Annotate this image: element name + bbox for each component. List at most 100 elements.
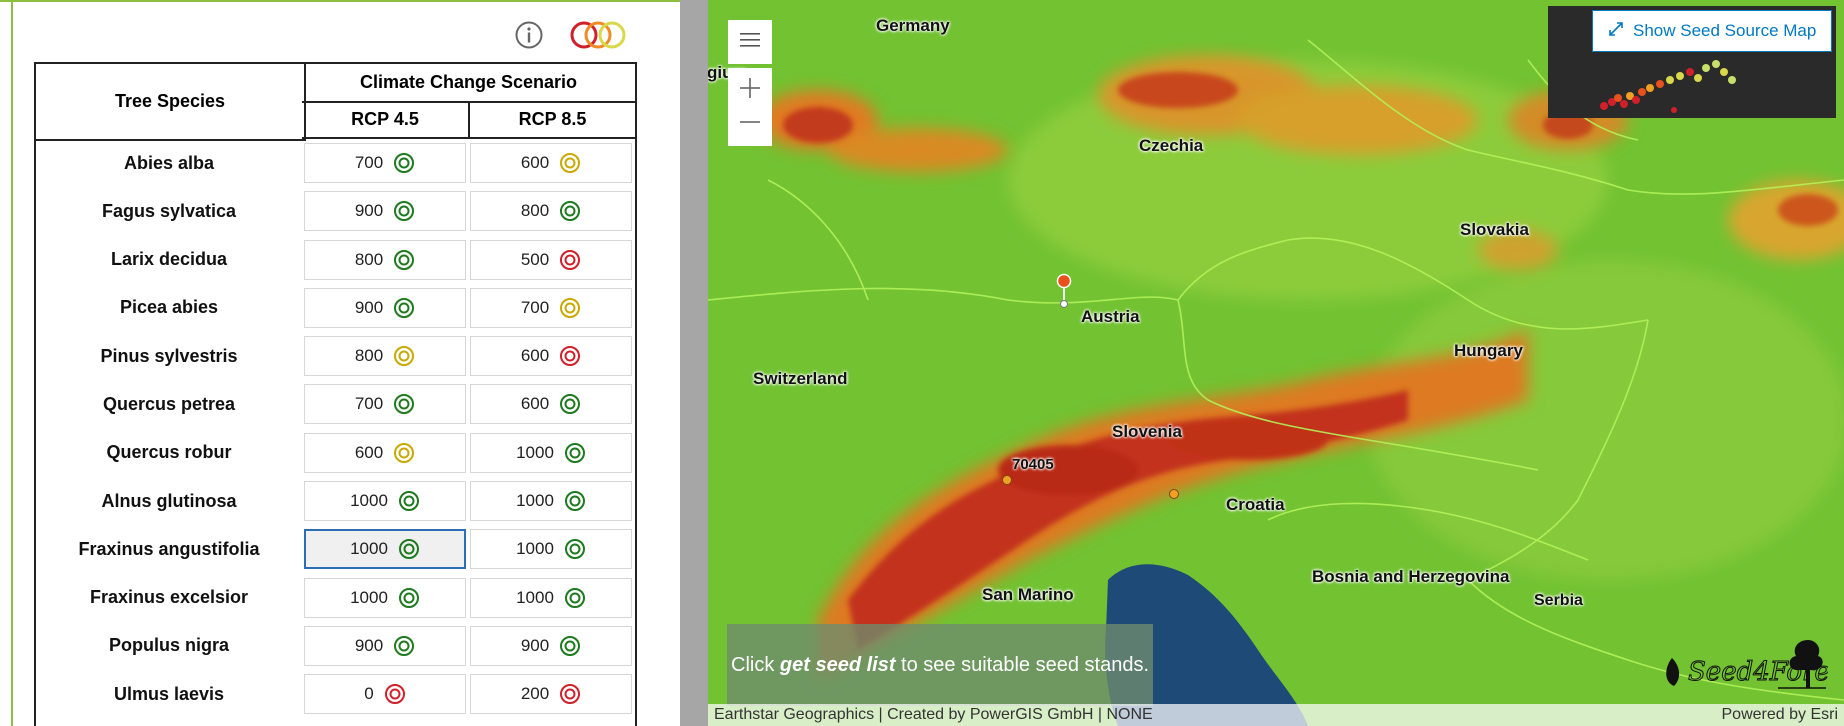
species-name: Fraxinus excelsior <box>89 587 249 608</box>
map-label-austria: Austria <box>1081 307 1140 326</box>
powered-by-text[interactable]: Powered by Esri <box>1722 706 1839 724</box>
species-name: Populus nigra <box>108 635 229 656</box>
table-border-right <box>635 139 637 726</box>
rcp45-cell[interactable]: 1000 <box>304 481 466 522</box>
table-row: Fraxinus excelsior 1000 1000 <box>36 574 635 622</box>
rcp45-value: 900 <box>354 297 384 317</box>
rcp45-cell[interactable]: 900 <box>304 191 466 232</box>
rcp45-cell[interactable]: 800 <box>304 239 466 280</box>
table-row: Fraxinus angustifolia 1000 1000 <box>36 525 635 573</box>
status-ring-icon <box>394 635 415 656</box>
status-ring-icon <box>394 153 415 173</box>
status-ring-icon <box>394 346 415 367</box>
species-name: Fagus sylvatica <box>101 200 237 221</box>
rcp85-value: 600 <box>520 394 550 414</box>
table-row: Quercus robur 600 1000 <box>36 429 635 477</box>
rcp45-value: 900 <box>354 635 384 655</box>
layer-list-button[interactable] <box>728 20 772 64</box>
rcp45-cell[interactable]: 900 <box>304 287 466 328</box>
seed-stand-marker-icon[interactable] <box>1168 488 1180 500</box>
list-icon <box>740 32 760 52</box>
rcp45-cell[interactable]: 1000 <box>304 577 466 618</box>
status-ring-icon <box>560 297 581 318</box>
rings-icon[interactable] <box>569 18 635 52</box>
rcp45-value: 700 <box>354 394 384 414</box>
header-tree-species: Tree Species <box>34 62 306 141</box>
rcp85-cell[interactable]: 1000 <box>470 529 632 570</box>
status-ring-icon <box>398 587 419 608</box>
panel-left-border <box>11 0 13 726</box>
hint-suffix: to see suitable seed stands. <box>895 653 1149 676</box>
rcp45-cell[interactable]: 600 <box>304 432 466 473</box>
rcp85-cell[interactable]: 600 <box>470 384 632 425</box>
map-label-germany: Germany <box>876 16 950 35</box>
table-row: Larix decidua 800 500 <box>36 236 635 284</box>
map-label-switzerland: Switzerland <box>753 369 848 388</box>
species-name: Pinus sylvestris <box>100 345 238 366</box>
rcp85-value: 1000 <box>516 539 554 559</box>
status-ring-icon <box>560 635 581 656</box>
rcp85-value: 600 <box>520 346 550 366</box>
plus-icon <box>740 77 760 103</box>
rcp85-cell[interactable]: 800 <box>470 191 632 232</box>
map-label-czechia: Czechia <box>1139 136 1204 155</box>
rcp85-cell[interactable]: 1000 <box>470 481 632 522</box>
rcp85-cell[interactable]: 600 <box>470 336 632 377</box>
header-rcp45[interactable]: RCP 4.5 <box>302 101 470 139</box>
rcp85-cell[interactable]: 600 <box>470 143 632 183</box>
location-pin-icon[interactable] <box>1056 272 1072 310</box>
panel-splitter[interactable] <box>680 0 708 726</box>
rcp85-value: 1000 <box>516 442 554 462</box>
panel-top-border <box>0 0 680 2</box>
rcp45-value: 900 <box>354 201 384 221</box>
status-ring-icon <box>560 249 581 270</box>
species-name: Quercus petrea <box>102 393 236 414</box>
show-seed-source-map-label: Show Seed Source Map <box>1633 21 1817 40</box>
status-ring-icon <box>564 491 585 512</box>
rcp45-cell[interactable]: 700 <box>304 384 466 425</box>
rcp85-cell[interactable]: 500 <box>470 239 632 280</box>
table-row: Ulmus laevis 0 200 <box>36 670 635 718</box>
table-row: Abies alba 700 600 <box>36 139 635 187</box>
species-name: Fraxinus angustifolia <box>78 538 260 559</box>
status-ring-icon <box>394 249 415 270</box>
zoom-out-button[interactable] <box>728 102 772 146</box>
rcp45-cell[interactable]: 0 <box>304 674 466 715</box>
rcp45-value: 1000 <box>350 491 388 511</box>
rcp85-cell[interactable]: 900 <box>470 625 632 666</box>
seed-stand-marker-icon[interactable] <box>1001 474 1013 486</box>
map-label-serbia: Serbia <box>1534 592 1583 609</box>
rcp45-cell[interactable]: 1000 <box>304 529 466 570</box>
rcp85-cell[interactable]: 200 <box>470 674 632 715</box>
rcp45-cell[interactable]: 700 <box>304 143 466 183</box>
status-ring-icon <box>560 346 581 367</box>
rcp85-cell[interactable]: 1000 <box>470 577 632 618</box>
status-ring-icon <box>398 491 419 512</box>
rcp85-value: 500 <box>520 249 550 269</box>
seed4forest-logo: Seed4Forest <box>1658 626 1844 696</box>
status-ring-icon <box>398 539 419 560</box>
map-view[interactable]: Germany Czechia Slovakia Austria Hungary… <box>708 0 1844 726</box>
info-icon[interactable] <box>514 20 544 50</box>
attribution-text: Earthstar Geographics | Created by Power… <box>714 706 1153 723</box>
species-name: Abies alba <box>123 152 215 173</box>
rcp85-value: 1000 <box>516 491 554 511</box>
minus-icon <box>740 112 760 137</box>
hint-emphasis: get seed list <box>779 653 896 676</box>
rcp85-value: 1000 <box>516 587 554 607</box>
expand-icon <box>1609 21 1623 41</box>
show-seed-source-map-button[interactable]: Show Seed Source Map <box>1592 10 1832 52</box>
species-name: Alnus glutinosa <box>101 490 237 511</box>
map-label-hungary: Hungary <box>1454 341 1523 360</box>
rcp45-cell[interactable]: 800 <box>304 336 466 377</box>
map-label-slovenia: Slovenia <box>1112 422 1182 441</box>
rcp85-cell[interactable]: 700 <box>470 287 632 328</box>
rcp45-cell[interactable]: 900 <box>304 625 466 666</box>
species-table-body: Abies alba 700 600 Fagus sylvatica 900 800 Lar… <box>36 139 635 719</box>
status-ring-icon <box>564 442 585 463</box>
rcp85-cell[interactable]: 1000 <box>470 432 632 473</box>
rcp45-value: 800 <box>354 249 384 269</box>
header-rcp85[interactable]: RCP 8.5 <box>470 101 637 139</box>
map-label-croatia: Croatia <box>1226 495 1285 514</box>
rcp45-value: 1000 <box>350 539 388 559</box>
